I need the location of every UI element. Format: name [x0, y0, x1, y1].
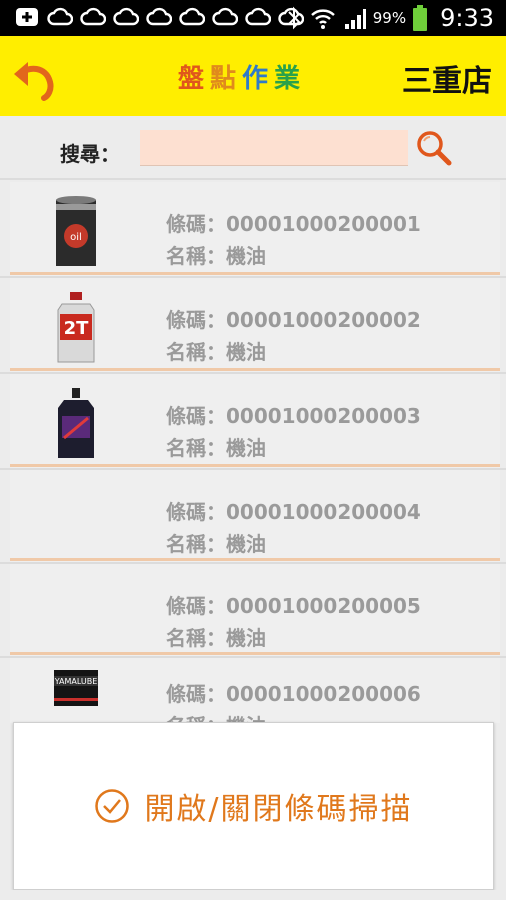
- product-name: 名稱：機油: [166, 340, 266, 364]
- list-item[interactable]: YAMALUBE 條碼：00001000200006 名稱：機油: [10, 658, 500, 723]
- add-notification-icon: [16, 8, 38, 26]
- product-name: 名稱：機油: [166, 244, 266, 268]
- status-bar: 99% 9:33: [0, 0, 506, 36]
- cloud-icon: [47, 7, 73, 26]
- cloud-icon: [80, 7, 106, 26]
- list-item[interactable]: 條碼：00001000200003 名稱：機油: [10, 374, 500, 468]
- bluetooth-icon: [288, 6, 301, 30]
- signal-icon: [344, 9, 366, 29]
- cloud-icon: [146, 7, 172, 26]
- back-arrow-icon[interactable]: [10, 52, 60, 102]
- search-bar: 搜尋：: [0, 116, 506, 178]
- barcode-text: 條碼：00001000200003: [166, 404, 421, 428]
- scan-toggle-panel: 開啟/關閉條碼掃描: [13, 722, 494, 890]
- row-divider: [10, 652, 500, 655]
- notification-icons: [14, 6, 304, 28]
- scan-toggle-label: 開啟/關閉條碼掃描: [144, 792, 413, 827]
- search-label: 搜尋：: [60, 142, 120, 166]
- cloud-icon: [113, 7, 139, 26]
- list-item[interactable]: 條碼：00001000200005 名稱：機油: [10, 564, 500, 658]
- wifi-icon: [310, 9, 335, 29]
- cloud-icon: [179, 7, 205, 26]
- title-char: 點: [210, 64, 243, 94]
- battery-percent: 99%: [372, 9, 407, 27]
- barcode-text: 條碼：00001000200005: [166, 594, 421, 618]
- product-name: 名稱：機油: [166, 626, 266, 650]
- cloud-icon: [245, 7, 271, 26]
- list-item[interactable]: 條碼：00001000200004 名稱：機油: [10, 470, 500, 564]
- cloud-icon: [212, 7, 238, 26]
- barcode-text: 條碼：00001000200002: [166, 308, 421, 332]
- svg-text:oil: oil: [70, 232, 82, 243]
- title-char: 盤: [178, 64, 211, 94]
- row-divider: [10, 464, 500, 467]
- product-name: 名稱：機油: [166, 532, 266, 556]
- product-list[interactable]: oil 條碼：00001000200001 名稱：機油 2T 條碼：000010…: [0, 178, 506, 723]
- oil-bottle-thumbnail: 2T: [57, 292, 95, 363]
- title-char: 業: [274, 64, 307, 94]
- svg-text:2T: 2T: [64, 318, 90, 339]
- svg-text:YAMALUBE: YAMALUBE: [54, 677, 98, 686]
- barcode-text: 條碼：00001000200001: [166, 212, 421, 236]
- search-input[interactable]: [140, 130, 408, 166]
- yamalube-can-thumbnail: YAMALUBE: [54, 670, 98, 706]
- row-divider: [10, 368, 500, 371]
- bottom-edge: [0, 890, 506, 900]
- app-header: 盤點作業 三重店: [0, 36, 506, 116]
- product-name: 名稱：機油: [166, 436, 266, 460]
- store-name: 三重店: [402, 64, 492, 99]
- oil-bottle-thumbnail: [58, 388, 94, 458]
- barcode-text: 條碼：00001000200004: [166, 500, 421, 524]
- row-divider: [10, 558, 500, 561]
- oil-can-thumbnail: oil: [56, 196, 96, 266]
- barcode-text: 條碼：00001000200006: [166, 682, 421, 706]
- row-divider: [10, 272, 500, 275]
- list-item[interactable]: oil 條碼：00001000200001 名稱：機油: [10, 182, 500, 276]
- battery-icon: [413, 5, 428, 31]
- search-icon[interactable]: [414, 128, 454, 168]
- toggle-barcode-scan-button[interactable]: 開啟/關閉條碼掃描: [14, 723, 493, 889]
- list-item[interactable]: 2T 條碼：00001000200002 名稱：機油: [10, 278, 500, 372]
- title-char: 作: [242, 64, 275, 94]
- divider: [0, 178, 506, 180]
- page-title: 盤點作業: [178, 58, 306, 95]
- check-circle-icon: [95, 789, 130, 823]
- clock: 9:33: [440, 4, 494, 32]
- system-status: 99% 9:33: [285, 4, 494, 32]
